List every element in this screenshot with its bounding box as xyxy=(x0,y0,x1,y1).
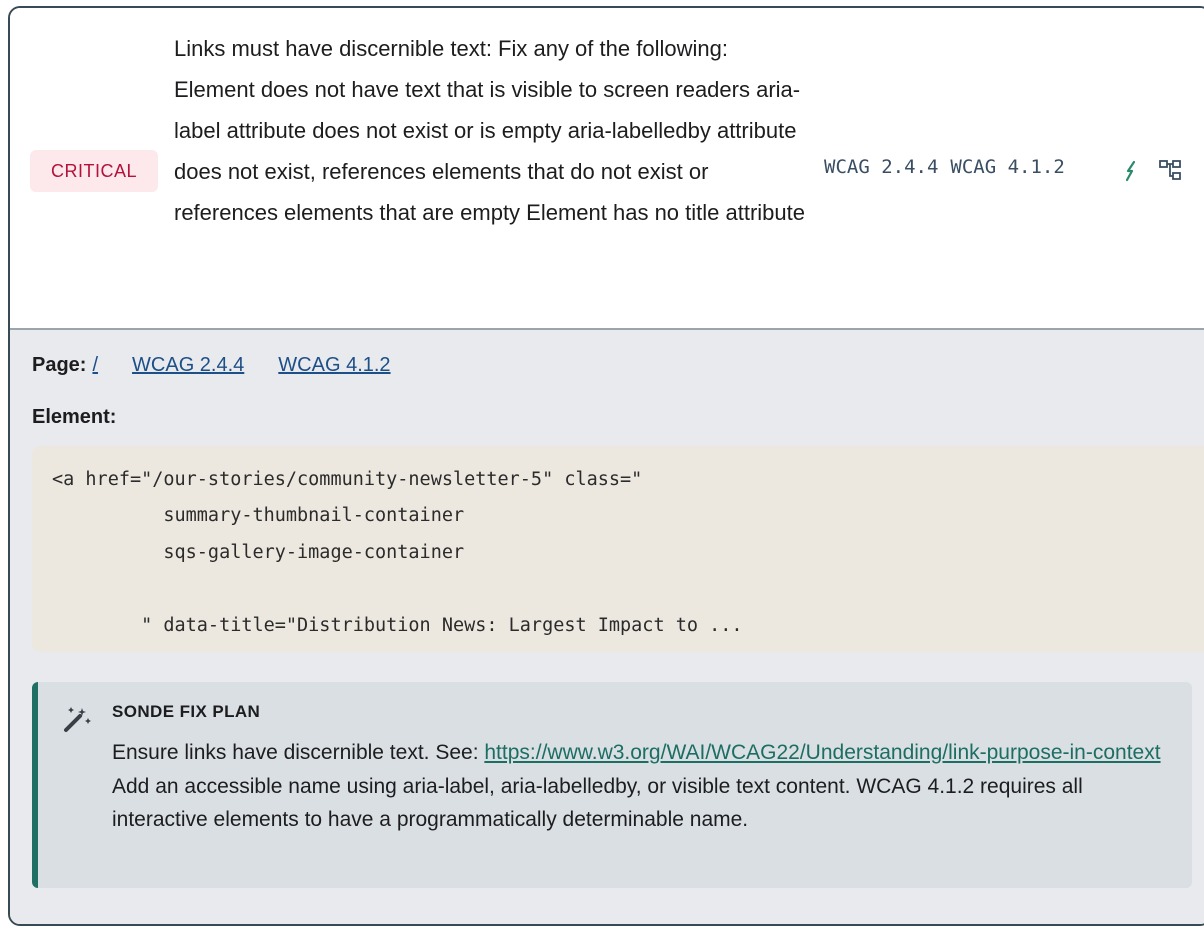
element-tree-icon[interactable] xyxy=(1158,158,1184,184)
severity-badge: CRITICAL xyxy=(30,150,158,192)
wcag-link[interactable]: WCAG 4.1.2 xyxy=(278,354,390,376)
issue-description: Links must have discernible text: Fix an… xyxy=(174,36,805,225)
lightning-icon[interactable] xyxy=(1118,158,1144,184)
issue-details: Page: / WCAG 2.4.4 WCAG 4.1.2 Element: <a h… xyxy=(10,330,1204,924)
magic-wand-icon xyxy=(62,704,94,734)
issue-card: CRITICAL Links must have discernible tex… xyxy=(8,6,1204,926)
page-label: Page: xyxy=(32,354,87,376)
wcag-tag: WCAG 2.4.4 xyxy=(824,156,939,178)
element-label: Element: xyxy=(32,406,117,428)
issue-row[interactable]: CRITICAL Links must have discernible tex… xyxy=(10,8,1204,330)
page-link[interactable]: / xyxy=(92,354,98,376)
wcag-link[interactable]: WCAG 2.4.4 xyxy=(132,354,244,376)
wcag-tags: WCAG 2.4.4 WCAG 4.1.2 xyxy=(824,156,1077,178)
fix-plan-text: Ensure links have discernible text. See: xyxy=(112,741,485,764)
fix-plan-link[interactable]: https://www.w3.org/WAI/WCAG22/Understand… xyxy=(484,741,1160,764)
fix-plan-title: SONDE FIX PLAN xyxy=(112,702,261,721)
fix-plan-text: Add an accessible name using aria-label,… xyxy=(112,774,1083,832)
wcag-tag: WCAG 4.1.2 xyxy=(950,156,1065,178)
page-line: Page: / WCAG 2.4.4 WCAG 4.1.2 xyxy=(32,354,391,377)
element-code: <a href="/our-stories/community-newslett… xyxy=(52,469,743,636)
fix-plan-body: Ensure links have discernible text. See:… xyxy=(112,736,1162,837)
fix-plan-panel: SONDE FIX PLAN Ensure links have discern… xyxy=(32,682,1192,888)
element-code-block: <a href="/our-stories/community-newslett… xyxy=(32,446,1204,652)
